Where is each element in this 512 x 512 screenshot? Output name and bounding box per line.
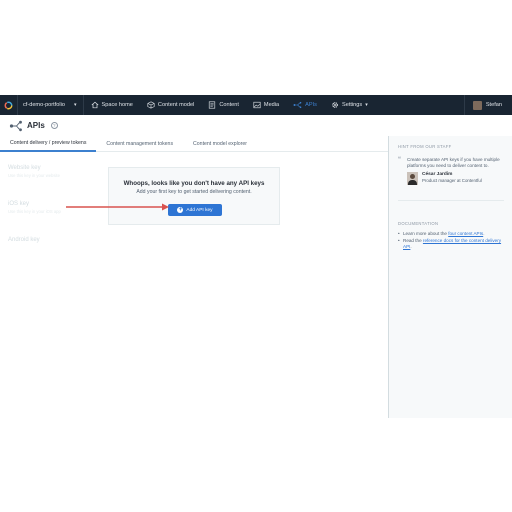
hint-body: Create separate API keys if you have mul… (407, 157, 500, 168)
avatar (472, 100, 482, 110)
nav-settings[interactable]: Settings ▾ (324, 95, 375, 115)
help-icon[interactable]: ? (50, 122, 58, 129)
cube-icon (147, 101, 155, 109)
home-icon (91, 101, 98, 109)
user-name: Stefan (485, 102, 502, 108)
gear-icon (332, 102, 338, 108)
tab-bar: Content delivery / preview tokens Conten… (0, 136, 388, 152)
nav-label: Content model (157, 102, 195, 108)
add-api-key-label: Add API key (186, 207, 213, 213)
key-description: Use this key in your iOS app (8, 209, 61, 214)
nav-label: Space home (101, 102, 133, 108)
tab-content-management[interactable]: Content management tokens (96, 136, 183, 152)
nav-label: Content (219, 102, 239, 108)
nav-apis[interactable]: APIs (286, 95, 324, 115)
key-name: iOS key (8, 201, 30, 207)
quote-icon: “ (398, 157, 401, 163)
divider (398, 200, 504, 201)
doc-text: . (483, 231, 485, 236)
red-arrow-annotation (66, 203, 169, 211)
staff-role: Product manager at Contentful (422, 178, 482, 183)
doc-text: Read the (403, 238, 423, 243)
doc-text: Learn more about the (403, 231, 449, 236)
page-header: APIs ? (0, 115, 512, 136)
api-icon (9, 120, 22, 131)
nav-content[interactable]: Content (201, 95, 246, 115)
staff-card: César Jardim Product manager at Contentf… (407, 172, 482, 185)
nav-label: Media (263, 102, 280, 108)
staff-photo (407, 172, 418, 185)
key-description: Use this key in your website (8, 173, 60, 178)
chevron-down-icon: ▾ (73, 102, 77, 108)
space-name: cf-demo-portfolio (23, 102, 65, 108)
nav-media[interactable]: Media (246, 95, 286, 115)
nav-space-home[interactable]: Space home (84, 95, 140, 115)
doc-heading: DOCUMENTATION (398, 221, 439, 226)
empty-state-title: Whoops, looks like you don't have any AP… (123, 180, 265, 187)
doc-item: Read the reference docs for the content … (398, 238, 506, 250)
list-icon (209, 101, 216, 109)
top-navigation: cf-demo-portfolio ▾ Space home Content m… (0, 95, 512, 115)
nav-content-model[interactable]: Content model (140, 95, 201, 115)
key-name: Website key (8, 165, 41, 171)
contentful-logo-icon (4, 101, 13, 109)
tab-content-delivery[interactable]: Content delivery / preview tokens (0, 136, 97, 152)
space-selector[interactable]: cf-demo-portfolio ▾ (18, 95, 84, 115)
empty-state-subtitle: Add your first key to get started delive… (136, 189, 252, 195)
contentful-logo[interactable] (0, 95, 18, 115)
hint-text: “ Create separate API keys if you have m… (398, 157, 508, 169)
empty-state-card: Whoops, looks like you don't have any AP… (108, 167, 280, 225)
chevron-down-icon: ▾ (365, 102, 368, 108)
four-content-apis-link[interactable]: four content APIs (448, 231, 483, 236)
doc-item: Learn more about the four content APIs. (398, 231, 506, 237)
hint-heading: HINT FROM OUR STAFF (398, 144, 452, 149)
list-item: Website key Use this key in your website (8, 165, 60, 178)
page-title: APIs (27, 121, 45, 130)
staff-name: César Jardim (422, 172, 453, 177)
image-icon (253, 101, 261, 109)
nav-label: APIs (305, 102, 317, 108)
add-api-key-button[interactable]: + Add API key (168, 204, 222, 216)
tab-content-model-explorer[interactable]: Content model explorer (183, 136, 257, 152)
app-window: cf-demo-portfolio ▾ Space home Content m… (0, 95, 512, 418)
doc-text: . (410, 244, 412, 249)
plus-icon: + (177, 207, 184, 213)
list-item: iOS key Use this key in your iOS app (8, 201, 61, 214)
doc-list: Learn more about the four content APIs. … (398, 231, 506, 251)
api-icon (293, 101, 302, 109)
user-menu[interactable]: Stefan (463, 95, 512, 115)
list-item: Android key (8, 237, 40, 243)
key-name: Android key (8, 237, 40, 243)
sidebar: HINT FROM OUR STAFF “ Create separate AP… (388, 136, 512, 418)
nav-label: Settings (341, 102, 363, 108)
